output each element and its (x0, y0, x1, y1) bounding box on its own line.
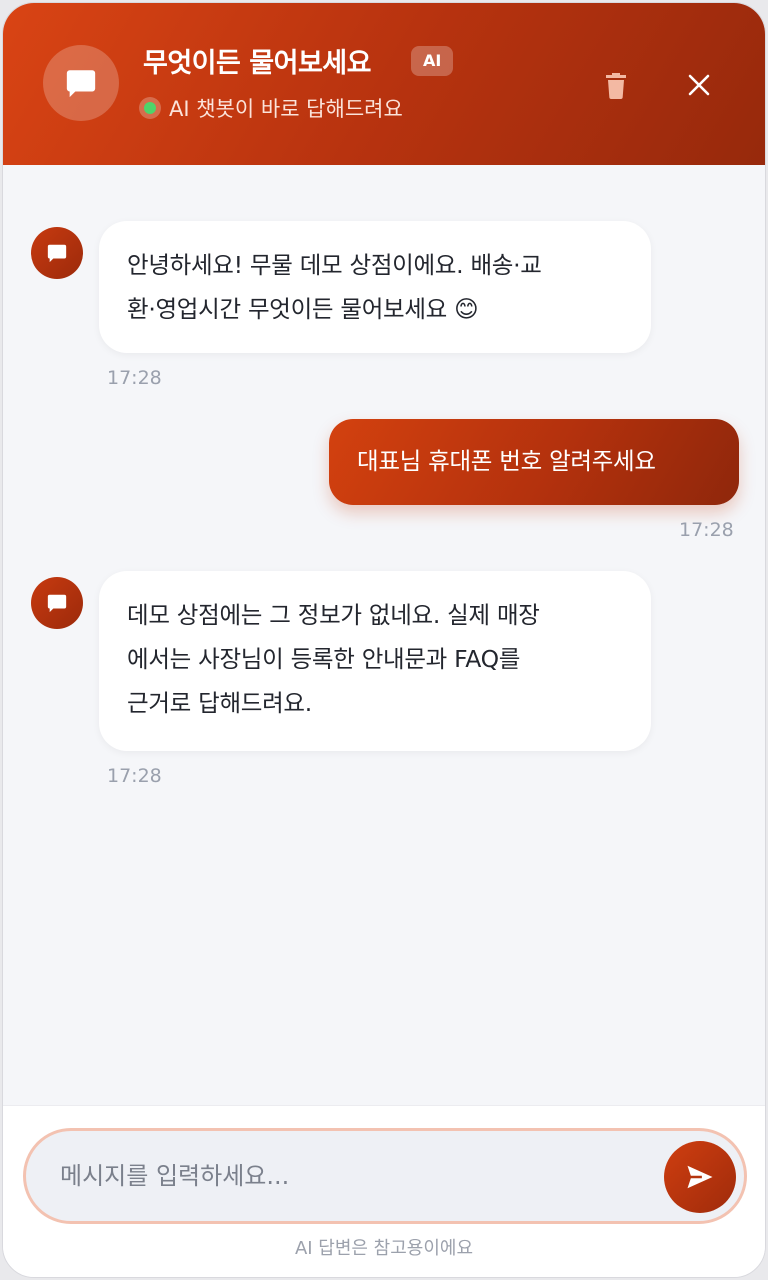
status-row: AI 챗봇이 바로 답해드려요 (139, 93, 403, 123)
message-line: 에서는 사장님이 등록한 안내문과 FAQ를 (127, 645, 521, 673)
status-text: AI 챗봇이 바로 답해드려요 (169, 97, 403, 121)
chat-widget: 무엇이든 물어보세요 AI AI 챗봇이 바로 답해드려요 안녕하세요! 무물 … (2, 2, 766, 1278)
chat-bubble-icon (43, 45, 119, 121)
chat-bubble-icon (47, 594, 67, 613)
chat-bubble-icon (47, 244, 67, 263)
chat-title: 무엇이든 물어보세요 (143, 48, 371, 79)
ai-badge: AI (411, 46, 454, 76)
message-input-wrapper (23, 1128, 747, 1224)
clear-chat-button[interactable] (599, 69, 633, 103)
message-line: 대표님 휴대폰 번호 알려주세요 (357, 447, 656, 475)
message-time: 17:28 (107, 367, 162, 389)
send-button[interactable] (664, 1141, 736, 1213)
send-icon (687, 1165, 713, 1189)
bot-message: 데모 상점에는 그 정보가 없네요. 실제 매장 에서는 사장님이 등록한 안내… (99, 571, 651, 751)
message-time: 17:28 (679, 519, 734, 541)
trash-icon (606, 73, 626, 99)
message-input[interactable] (60, 1153, 620, 1199)
message-line: 환·영업시간 무엇이든 물어보세요 😊 (127, 295, 479, 323)
disclaimer-text: AI 답변은 참고용이에요 (294, 1238, 474, 1259)
message-line: 데모 상점에는 그 정보가 없네요. 실제 매장 (127, 601, 540, 629)
message-line: 근거로 답해드려요. (127, 689, 312, 717)
bot-avatar (31, 577, 83, 629)
bot-message: 안녕하세요! 무물 데모 상점이에요. 배송·교 환·영업시간 무엇이든 물어보… (99, 221, 651, 353)
online-dot-icon (139, 97, 161, 119)
user-message: 대표님 휴대폰 번호 알려주세요 (329, 419, 739, 505)
close-icon (688, 74, 710, 96)
chat-header: 무엇이든 물어보세요 AI AI 챗봇이 바로 답해드려요 (3, 3, 765, 165)
message-time: 17:28 (107, 765, 162, 787)
bot-avatar (31, 227, 83, 279)
close-button[interactable] (679, 65, 719, 105)
message-line: 안녕하세요! 무물 데모 상점이에요. 배송·교 (127, 251, 542, 279)
composer: AI 답변은 참고용이에요 (3, 1105, 765, 1277)
